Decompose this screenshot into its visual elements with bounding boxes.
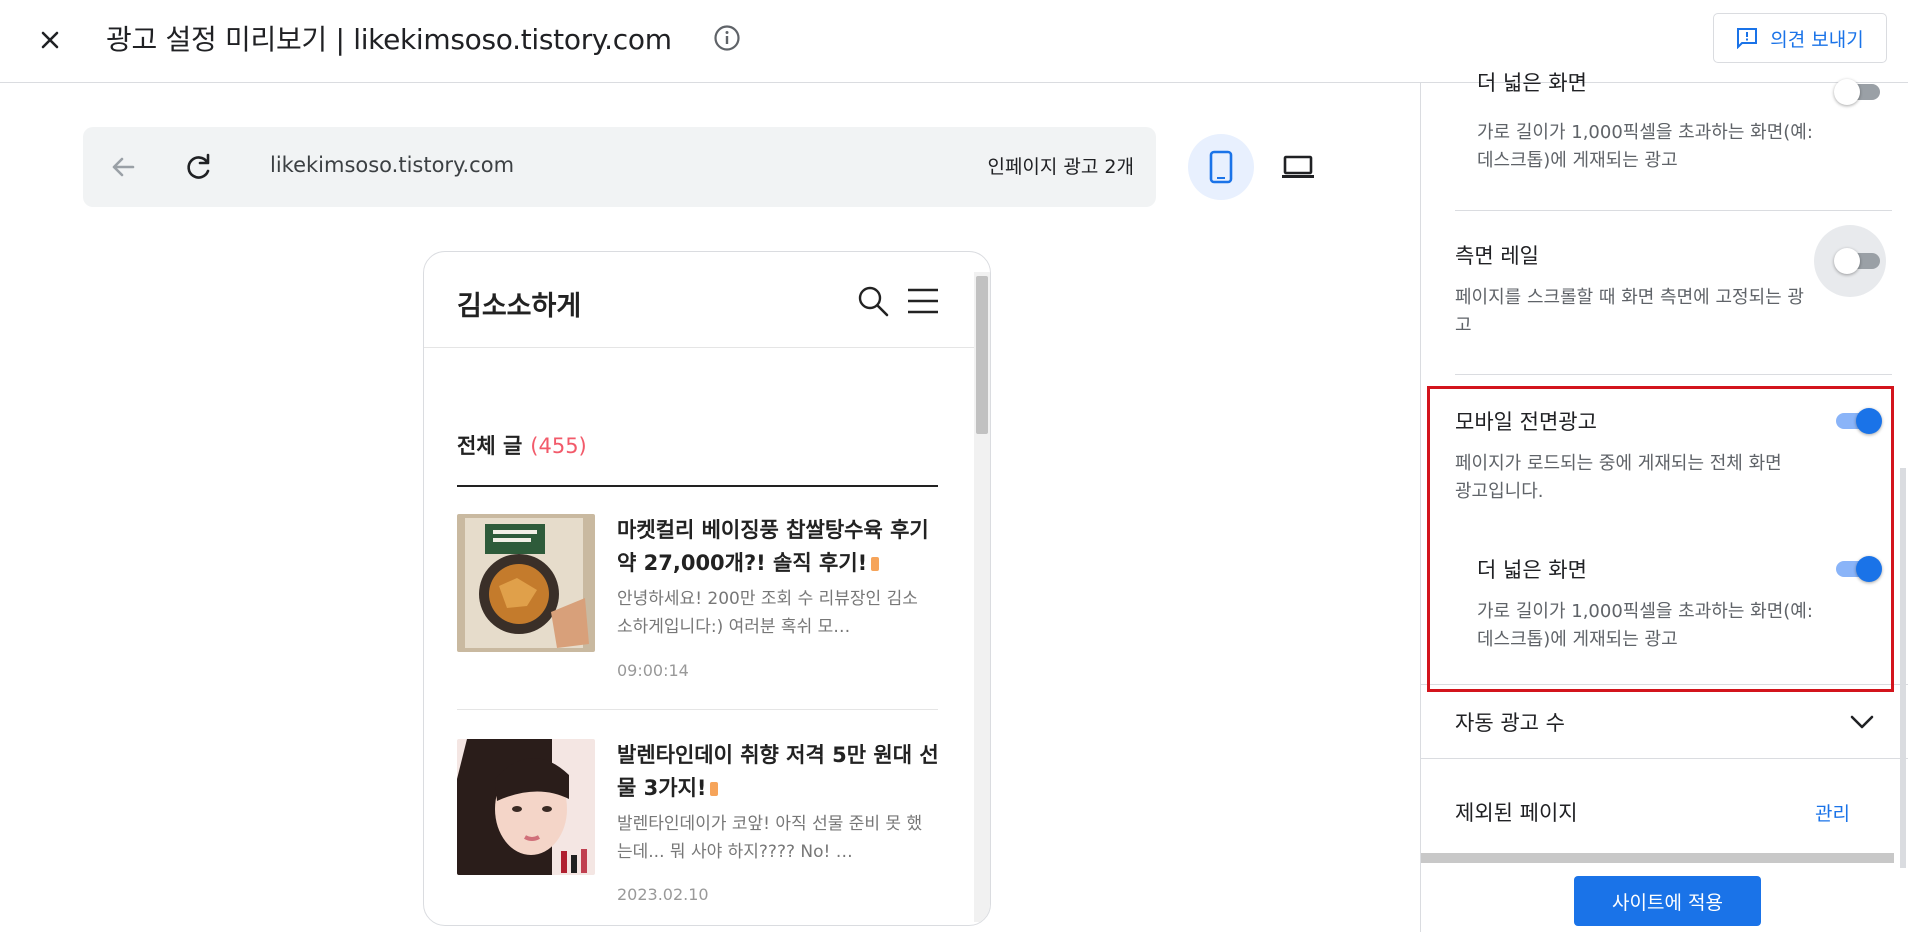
mobile-view-button[interactable] — [1188, 134, 1254, 200]
blog-name[interactable]: 김소소하게 — [457, 284, 581, 323]
close-button[interactable] — [30, 20, 70, 60]
apply-to-site-button[interactable]: 사이트에 적용 — [1574, 876, 1761, 926]
post-excerpt: 발렌타인데이가 코앞! 아직 선물 준비 못 했는데... 뭐 사야 하지???… — [617, 814, 923, 862]
all-posts-label: 전체 글 — [457, 434, 523, 458]
excluded-pages-title: 제외된 페이지 — [1455, 801, 1578, 825]
post-title[interactable]: 마켓컬리 베이징풍 찹쌀탕수육 후기 약 27,000개?! 솔직 후기! — [617, 514, 942, 580]
smartphone-icon — [1209, 150, 1233, 184]
desktop-view-button[interactable] — [1265, 134, 1331, 200]
side-rail-toggle[interactable] — [1834, 246, 1882, 276]
mobile-preview-frame: 김소소하게 전체 글 (455) 마켓컬리 베이징풍 찹쌀탕수육 후기 약 27… — [423, 251, 991, 926]
new-badge-icon — [871, 557, 880, 571]
post-date: 09:00:14 — [617, 661, 689, 680]
hamburger-menu-icon[interactable] — [906, 286, 940, 316]
manage-link[interactable]: 관리 — [1815, 799, 1850, 826]
inpage-ads-count: 인페이지 광고 2개 — [987, 156, 1134, 178]
all-posts-count: (455) — [530, 434, 587, 458]
blog-header: 김소소하게 — [424, 252, 974, 348]
info-icon[interactable] — [713, 24, 741, 52]
top-wider-screen-desc: 가로 길이가 1,000픽셀을 초과하는 화면(예: 데스크톱)에 게재되는 광… — [1477, 122, 1813, 171]
divider — [1455, 210, 1892, 211]
post-thumbnail-food[interactable] — [457, 514, 595, 652]
back-arrow-icon[interactable] — [105, 149, 141, 185]
post-thumbnail-portrait[interactable] — [457, 739, 595, 875]
all-posts-heading: 전체 글 (455) — [457, 430, 587, 460]
divider — [1455, 374, 1892, 375]
post-title[interactable]: 발렌타인데이 취향 저격 5만 원대 선물 3가지! — [617, 739, 942, 805]
heading-underline — [457, 485, 938, 487]
panel-scrollbar-thumb[interactable] — [1900, 468, 1906, 868]
search-icon[interactable] — [856, 284, 890, 318]
feedback-label: 의견 보내기 — [1770, 28, 1864, 51]
close-icon — [41, 31, 59, 49]
preview-scrollbar[interactable] — [974, 272, 990, 922]
top-bar: 광고 설정 미리보기 | likekimsoso.tistory.com 의견 … — [0, 0, 1908, 83]
post-list-item[interactable]: 마켓컬리 베이징풍 찹쌀탕수육 후기 약 27,000개?! 솔직 후기! 안녕… — [457, 514, 938, 680]
highlight-box — [1427, 386, 1894, 692]
side-rail-desc: 페이지를 스크롤할 때 화면 측면에 고정되는 광고 — [1455, 287, 1804, 336]
preview-address-bar: likekimsoso.tistory.com 인페이지 광고 2개 — [83, 127, 1156, 207]
post-separator — [457, 709, 938, 710]
panel-scrollbar[interactable] — [1898, 83, 1908, 868]
reload-icon[interactable] — [181, 149, 217, 185]
post-date: 2023.02.10 — [617, 885, 709, 904]
side-rail-title: 측면 레일 — [1455, 244, 1539, 268]
panel-horizontal-scrollbar[interactable] — [1421, 853, 1894, 863]
post-list-item[interactable]: 발렌타인데이 취향 저격 5만 원대 선물 3가지! 발렌타인데이가 코앞! 아… — [457, 739, 939, 909]
top-wider-screen-title: 더 넓은 화면 — [1477, 71, 1587, 95]
auto-ads-count-accordion[interactable]: 자동 광고 수 — [1421, 684, 1908, 759]
feedback-icon — [1737, 28, 1758, 49]
auto-ads-count-title: 자동 광고 수 — [1455, 711, 1565, 735]
post-excerpt: 안녕하세요! 200만 조회 수 리뷰장인 김소소하게입니다:) 여러분 혹쉬 … — [617, 589, 918, 637]
preview-scrollbar-thumb[interactable] — [976, 276, 988, 434]
page-title: 광고 설정 미리보기 | likekimsoso.tistory.com — [106, 23, 672, 56]
chevron-down-icon — [1850, 715, 1874, 729]
feedback-button[interactable]: 의견 보내기 — [1713, 13, 1887, 63]
preview-url: likekimsoso.tistory.com — [270, 153, 515, 177]
top-wider-screen-toggle[interactable] — [1834, 77, 1882, 107]
laptop-icon — [1282, 155, 1314, 178]
new-badge-icon — [710, 782, 719, 796]
